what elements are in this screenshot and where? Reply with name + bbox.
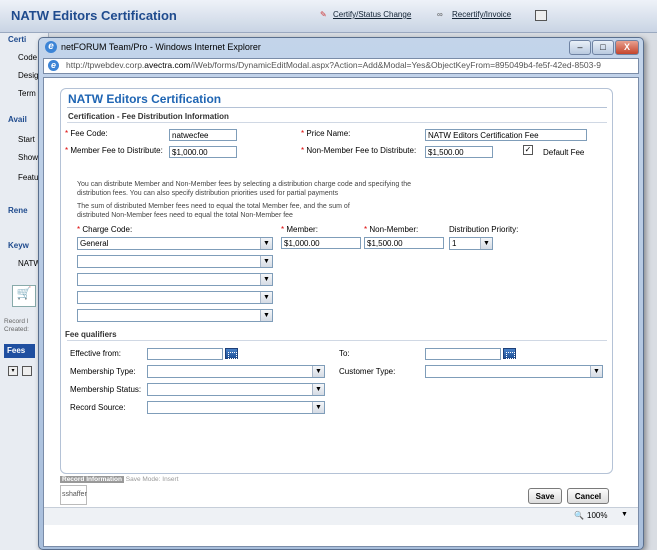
member-label: * Member:: [281, 225, 318, 234]
membership-status-select[interactable]: ▼: [147, 383, 325, 396]
recertify-link[interactable]: Recertify/Invoice: [452, 10, 511, 19]
help-text-distribution: You can distribute Member and Non-Member…: [77, 181, 411, 197]
customer-type-label: Customer Type:: [339, 367, 396, 376]
fee-code-field[interactable]: natwecfee: [169, 129, 237, 141]
charge-code-select[interactable]: ▼: [77, 309, 273, 322]
charge-code-select[interactable]: ▼: [77, 255, 273, 268]
record-information: Record Information Save Mode: Insert: [60, 476, 179, 483]
sidebar-item[interactable]: Term: [18, 89, 36, 98]
app-title: NATW Editors Certification: [11, 8, 177, 23]
price-name-label: * Price Name:: [301, 129, 351, 138]
record-source-select[interactable]: ▼: [147, 401, 325, 414]
chevron-down-icon[interactable]: ▼: [260, 238, 272, 249]
sidebar-item[interactable]: Avail: [8, 115, 27, 124]
effective-from-field[interactable]: [147, 348, 223, 360]
member-amount-field[interactable]: $1,000.00: [281, 237, 361, 249]
fees-tab[interactable]: Fees: [4, 344, 35, 358]
divider: [67, 122, 607, 123]
address-url[interactable]: http://tpwebdev.corp.avectra.com/iWeb/fo…: [66, 60, 601, 70]
to-label: To:: [339, 349, 350, 358]
form-title: NATW Editors Certification: [68, 92, 222, 106]
priority-label: Distribution Priority:: [449, 225, 519, 234]
section-title: Certification - Fee Distribution Informa…: [68, 112, 229, 121]
chevron-down-icon[interactable]: ▼: [480, 238, 492, 249]
certify-link[interactable]: Certify/Status Change: [333, 10, 411, 19]
recertify-icon: ∞: [437, 10, 443, 19]
nonmember-label: * Non-Member:: [364, 225, 419, 234]
sidebar-item[interactable]: Rene: [8, 206, 28, 215]
modal-content: NATW Editors Certification Certification…: [43, 77, 639, 547]
member-fee-label: * Member Fee to Distribute:: [65, 146, 163, 155]
chevron-down-icon[interactable]: ▼: [260, 256, 272, 267]
sidebar-item: Record I: [4, 318, 29, 325]
sidebar-item[interactable]: Certi: [8, 35, 26, 44]
sidebar-item[interactable]: Show: [18, 153, 38, 162]
address-bar[interactable]: e http://tpwebdev.corp.avectra.com/iWeb/…: [43, 58, 639, 74]
charge-code-select[interactable]: ▼: [77, 291, 273, 304]
status-bar: 🔍 100% ▼: [44, 507, 638, 525]
ie-modal-window: e netFORUM Team/Pro - Windows Internet E…: [38, 37, 644, 550]
default-fee-label: Default Fee: [543, 148, 585, 157]
charge-code-select[interactable]: ▼: [77, 273, 273, 286]
priority-select[interactable]: 1 ▼: [449, 237, 493, 250]
charge-code-label: * Charge Code:: [77, 225, 133, 234]
form-panel: NATW Editors Certification Certification…: [60, 88, 613, 474]
price-name-field[interactable]: NATW Editors Certification Fee: [425, 129, 587, 141]
customer-type-select[interactable]: ▼: [425, 365, 603, 378]
member-fee-field[interactable]: $1,000.00: [169, 146, 237, 158]
calendar-icon[interactable]: [225, 348, 238, 359]
grid-icon[interactable]: [22, 366, 32, 376]
expand-icon[interactable]: ▾: [8, 366, 18, 376]
fee-code-label: * Fee Code:: [65, 129, 108, 138]
nonmember-fee-label: * Non-Member Fee to Distribute:: [301, 146, 417, 155]
chevron-down-icon[interactable]: ▼: [312, 366, 324, 377]
chevron-down-icon[interactable]: ▼: [621, 511, 628, 518]
user-name: sshaffer: [60, 485, 87, 505]
calendar-icon[interactable]: [503, 348, 516, 359]
sidebar-item[interactable]: Desig: [18, 71, 38, 80]
chevron-down-icon[interactable]: ▼: [590, 366, 602, 377]
sidebar-item: Created:: [4, 326, 29, 333]
maximize-button[interactable]: □: [592, 40, 614, 55]
minimize-button[interactable]: –: [569, 40, 591, 55]
chevron-down-icon[interactable]: ▼: [312, 384, 324, 395]
divider: [67, 107, 607, 108]
to-date-field[interactable]: [425, 348, 501, 360]
chevron-down-icon[interactable]: ▼: [312, 402, 324, 413]
chevron-down-icon[interactable]: ▼: [260, 274, 272, 285]
effective-from-label: Effective from:: [70, 349, 121, 358]
membership-status-label: Membership Status:: [70, 385, 142, 394]
sidebar-item[interactable]: Code: [18, 53, 37, 62]
charge-code-select[interactable]: General ▼: [77, 237, 273, 250]
chevron-down-icon[interactable]: ▼: [260, 310, 272, 321]
sidebar-item[interactable]: Featu: [18, 173, 38, 182]
ie-page-icon: e: [48, 60, 59, 71]
cancel-button[interactable]: Cancel: [567, 488, 609, 504]
nonmember-fee-field[interactable]: $1,500.00: [425, 146, 493, 158]
zoom-level[interactable]: 100%: [587, 511, 607, 520]
sidebar-item[interactable]: Start: [18, 135, 35, 144]
nonmember-amount-field[interactable]: $1,500.00: [364, 237, 444, 249]
cart-icon[interactable]: 🛒: [12, 285, 36, 307]
window-title: netFORUM Team/Pro - Windows Internet Exp…: [61, 42, 261, 52]
ie-icon: e: [45, 41, 57, 53]
record-source-label: Record Source:: [70, 403, 126, 412]
membership-type-label: Membership Type:: [70, 367, 136, 376]
save-button[interactable]: Save: [528, 488, 562, 504]
zoom-icon: 🔍: [574, 511, 584, 520]
membership-type-select[interactable]: ▼: [147, 365, 325, 378]
divider: [67, 340, 607, 341]
sidebar-item[interactable]: Keyw: [8, 241, 29, 250]
chevron-down-icon[interactable]: ▼: [260, 292, 272, 303]
help-text-sum: The sum of distributed Member fees need …: [77, 203, 350, 219]
fee-qualifiers-title: Fee qualifiers: [65, 330, 117, 339]
page-icon[interactable]: [535, 10, 547, 21]
app-header: NATW Editors Certification Certify/Statu…: [0, 0, 657, 33]
certify-icon: ✎: [320, 10, 327, 19]
close-button[interactable]: X: [615, 40, 639, 55]
default-fee-checkbox[interactable]: ✓: [523, 145, 533, 155]
